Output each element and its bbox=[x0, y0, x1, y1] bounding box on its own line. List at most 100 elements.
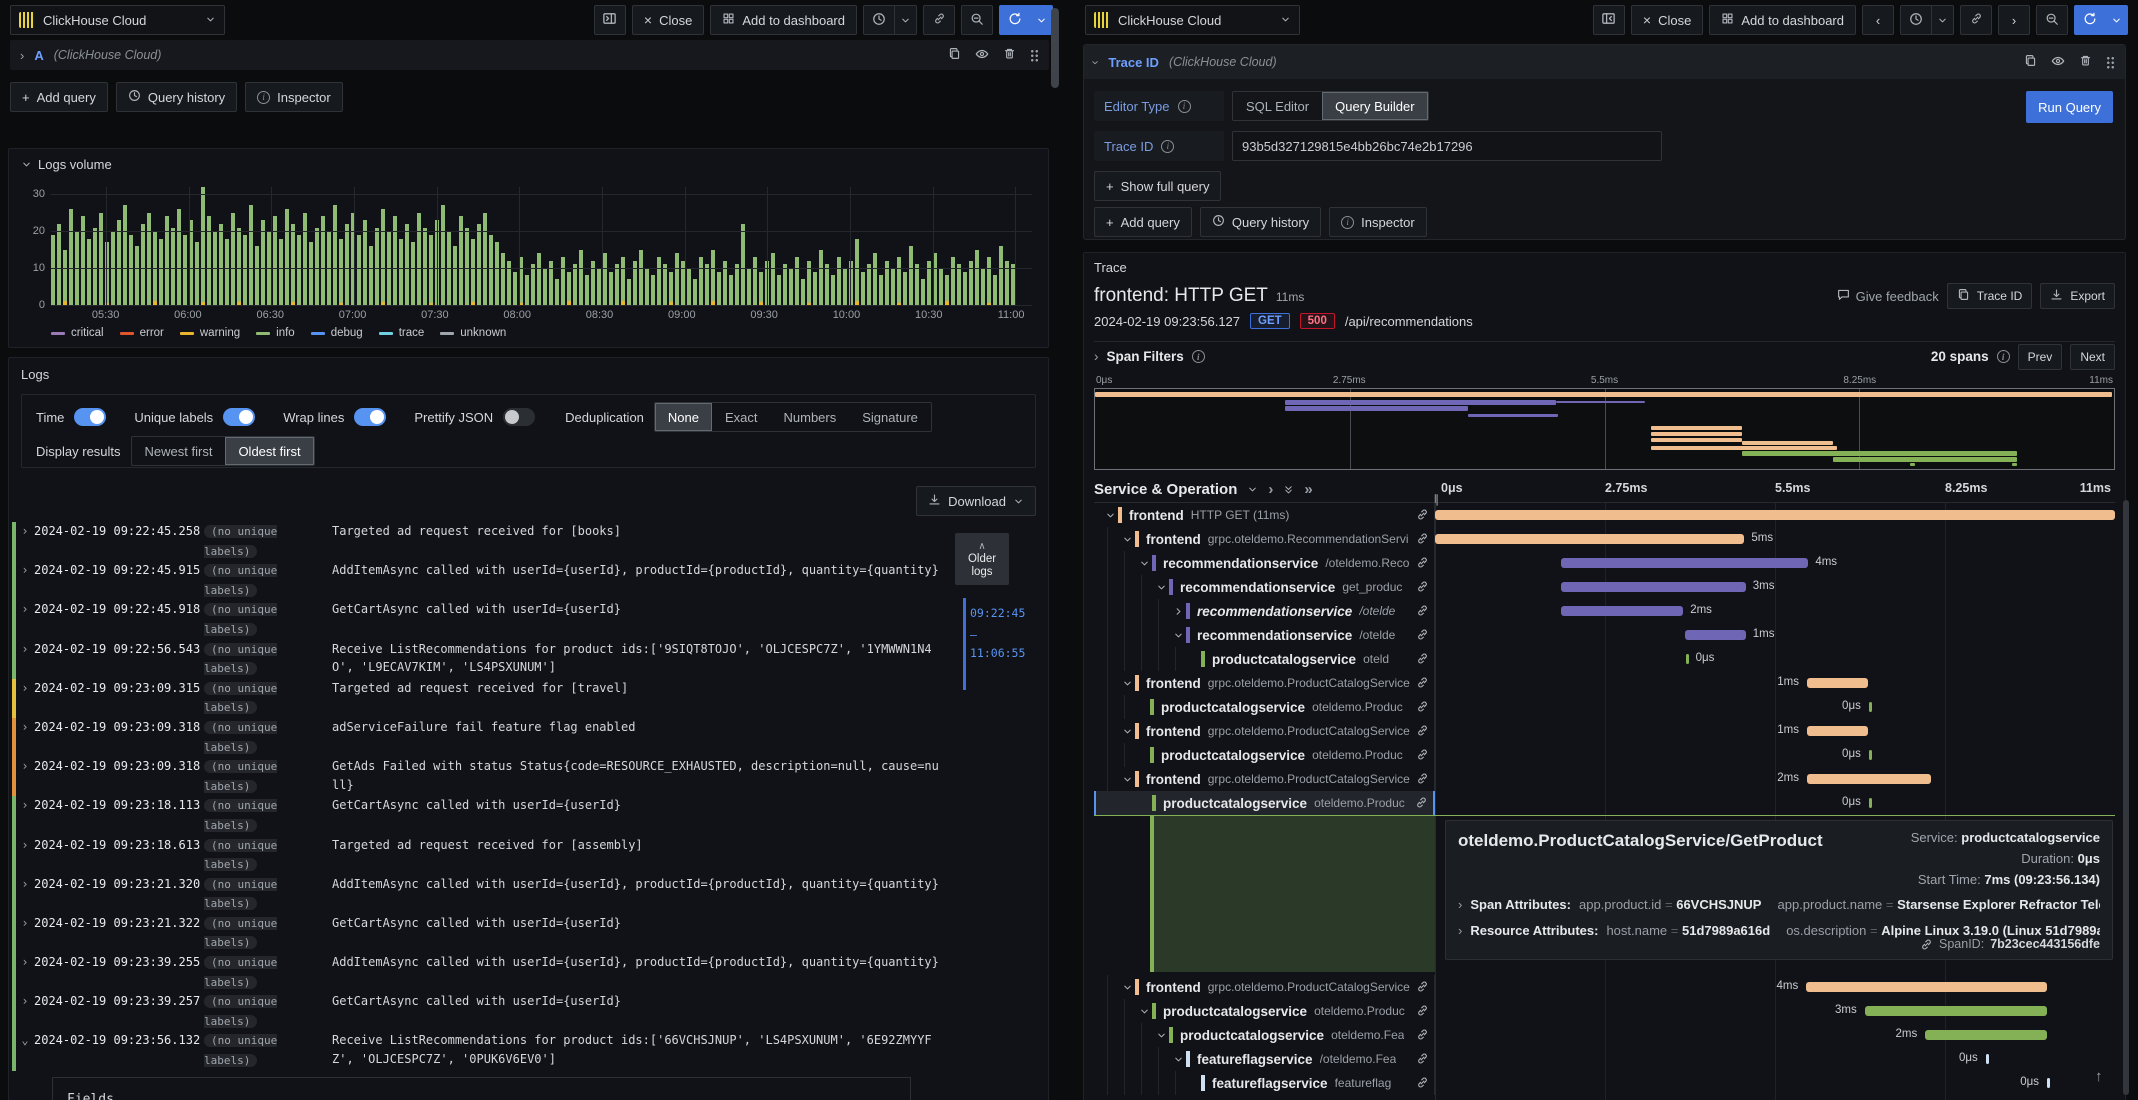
span-name-cell[interactable]: featureflagservice featureflag bbox=[1094, 1071, 1435, 1095]
span-toggle-icon[interactable] bbox=[1119, 982, 1135, 993]
drag-handle-icon[interactable] bbox=[1030, 48, 1039, 62]
query-history-button[interactable]: Query history bbox=[115, 82, 238, 112]
span-name-cell[interactable]: productcatalogservice oteldemo.Produc bbox=[1094, 791, 1435, 815]
span-toggle-icon[interactable] bbox=[1136, 1006, 1152, 1017]
segmented-option[interactable]: SQL Editor bbox=[1233, 92, 1322, 120]
log-row[interactable]: › 2024-02-19 09:23:09.318 (no unique label… bbox=[12, 717, 945, 758]
datasource-picker[interactable]: ClickHouse Cloud bbox=[10, 5, 225, 35]
span-link-icon[interactable] bbox=[1416, 1028, 1429, 1046]
span-link-icon[interactable] bbox=[1416, 556, 1429, 574]
run-refresh-button[interactable] bbox=[2074, 5, 2106, 35]
toggle-query-icon[interactable] bbox=[2051, 54, 2065, 71]
span-bar[interactable] bbox=[1864, 1006, 2047, 1016]
span-toggle-icon[interactable] bbox=[1119, 774, 1135, 785]
span-link-icon[interactable] bbox=[1416, 1004, 1429, 1022]
segmented-option[interactable]: Exact bbox=[712, 403, 771, 431]
span-row[interactable]: productcatalogservice oteldemo.Produc 0μs bbox=[1094, 695, 2115, 719]
span-filters-label[interactable]: Span Filters bbox=[1107, 349, 1184, 364]
span-row[interactable]: productcatalogservice oteldemo.Produc 0μs bbox=[1094, 791, 2115, 815]
span-row[interactable]: frontend grpc.oteldemo.ProductCatalogServ… bbox=[1094, 719, 2115, 743]
span-name-cell[interactable]: featureflagservice/oteldemo.Fea bbox=[1094, 1047, 1435, 1071]
span-name-cell[interactable]: frontend grpc.oteldemo.ProductCatalogServ… bbox=[1094, 719, 1435, 743]
span-name-cell[interactable]: recommendationservice get_produc bbox=[1094, 575, 1435, 599]
span-timeline-cell[interactable]: 1ms bbox=[1435, 623, 2115, 647]
span-name-cell[interactable]: productcatalogservice oteldemo.Produc bbox=[1094, 743, 1435, 767]
segmented-option[interactable]: Newest first bbox=[132, 437, 226, 465]
span-toggle-icon[interactable] bbox=[1170, 630, 1186, 641]
split-pane-button[interactable] bbox=[1592, 5, 1625, 35]
span-row[interactable]: featureflagservice/oteldemo.Fea 0μs bbox=[1094, 1047, 2115, 1071]
run-refresh-button[interactable] bbox=[999, 5, 1031, 35]
logs-volume-title[interactable]: Logs volume bbox=[21, 157, 1048, 172]
span-name-cell[interactable]: recommendationservice/otelde bbox=[1094, 599, 1435, 623]
span-link-icon[interactable] bbox=[1416, 980, 1429, 998]
segmented-option[interactable]: Oldest first bbox=[225, 437, 314, 465]
span-link-icon[interactable] bbox=[1415, 796, 1428, 814]
span-bar[interactable] bbox=[1561, 606, 1684, 616]
span-bar[interactable] bbox=[1868, 798, 1872, 808]
span-toggle-icon[interactable] bbox=[1153, 1030, 1169, 1041]
span-row[interactable]: recommendationservice get_produc 3ms bbox=[1094, 575, 2115, 599]
left-scrollbar[interactable] bbox=[1051, 8, 1059, 88]
span-link-icon[interactable] bbox=[1416, 532, 1429, 550]
span-bar[interactable] bbox=[1561, 582, 1746, 592]
copy-link-button[interactable] bbox=[923, 5, 955, 35]
span-timeline-cell[interactable]: 0μs bbox=[1435, 1047, 2115, 1071]
span-link-icon[interactable] bbox=[1416, 580, 1429, 598]
span-row[interactable]: recommendationservice/oteldemo.Reco 4ms bbox=[1094, 551, 2115, 575]
span-timeline-cell[interactable]: 0μs bbox=[1435, 695, 2115, 719]
span-name-cell[interactable]: productcatalogservice oteldemo.Produc bbox=[1094, 999, 1435, 1023]
span-link-icon[interactable] bbox=[1416, 1076, 1429, 1094]
span-timeline-cell[interactable]: 0μs bbox=[1435, 791, 2115, 815]
segmented-option[interactable]: None bbox=[654, 403, 712, 431]
query-history-button[interactable]: Query history bbox=[1199, 207, 1322, 237]
span-toggle-icon[interactable] bbox=[1119, 726, 1135, 737]
log-row[interactable]: ⌄ 2024-02-19 09:23:56.132 (no unique label… bbox=[12, 1031, 945, 1071]
log-expand-icon[interactable]: › bbox=[16, 757, 34, 776]
span-bar[interactable] bbox=[1435, 510, 2115, 520]
run-query-button[interactable]: Run Query bbox=[2026, 91, 2113, 123]
span-timeline-cell[interactable]: 2ms bbox=[1435, 599, 2115, 623]
span-link-icon[interactable] bbox=[1416, 604, 1429, 622]
trace-minimap[interactable] bbox=[1094, 388, 2115, 470]
log-row[interactable]: › 2024-02-19 09:22:56.543 (no unique label… bbox=[12, 639, 945, 679]
legend-item[interactable]: critical bbox=[51, 327, 104, 339]
segmented-option[interactable]: Numbers bbox=[771, 403, 850, 431]
span-row[interactable]: recommendationservice/otelde 2ms bbox=[1094, 599, 2115, 623]
duplicate-query-icon[interactable] bbox=[2024, 54, 2037, 70]
duplicate-query-icon[interactable] bbox=[948, 47, 961, 63]
legend-item[interactable]: debug bbox=[310, 327, 363, 339]
drag-handle-icon[interactable] bbox=[2106, 55, 2115, 69]
span-name-cell[interactable]: productcatalogservice oteldemo.Fea bbox=[1094, 1023, 1435, 1047]
delete-query-icon[interactable] bbox=[1003, 47, 1016, 63]
span-timeline-cell[interactable]: 4ms bbox=[1435, 551, 2115, 575]
shift-time-back-button[interactable]: ‹ bbox=[1862, 5, 1894, 35]
span-timeline-cell[interactable]: 2ms bbox=[1435, 1023, 2115, 1047]
wrap-lines-toggle[interactable] bbox=[354, 408, 387, 426]
span-name-cell[interactable]: productcatalogservice oteldemo.Produc bbox=[1094, 695, 1435, 719]
span-timeline-cell[interactable]: 0μs bbox=[1435, 1071, 2115, 1095]
span-toggle-icon[interactable] bbox=[1102, 510, 1118, 521]
span-bar[interactable] bbox=[2047, 1078, 2050, 1088]
span-timeline-cell[interactable]: 2ms bbox=[1435, 767, 2115, 791]
legend-item[interactable]: error bbox=[119, 327, 164, 339]
next-span-button[interactable]: Next bbox=[2070, 343, 2115, 370]
span-bar[interactable] bbox=[1925, 1030, 2047, 1040]
split-pane-button[interactable] bbox=[593, 5, 626, 35]
run-refresh-caret[interactable] bbox=[1031, 5, 1053, 35]
log-expand-icon[interactable]: › bbox=[16, 679, 34, 698]
span-timeline-cell[interactable]: 1ms bbox=[1435, 719, 2115, 743]
span-name-cell[interactable]: productcatalogservice oteld bbox=[1094, 647, 1435, 671]
span-bar[interactable] bbox=[1684, 630, 1746, 640]
log-expand-icon[interactable]: › bbox=[16, 718, 34, 737]
segmented-option[interactable]: Signature bbox=[849, 403, 931, 431]
span-timeline-cell[interactable]: 1ms bbox=[1435, 671, 2115, 695]
right-scrollbar[interactable] bbox=[2123, 500, 2129, 1095]
span-link-icon[interactable] bbox=[1416, 772, 1429, 790]
span-name-cell[interactable]: frontend grpc.oteldemo.RecommendationServ… bbox=[1094, 527, 1435, 551]
log-row[interactable]: › 2024-02-19 09:23:18.113 (no unique label… bbox=[12, 796, 945, 836]
log-expand-icon[interactable]: › bbox=[16, 953, 34, 972]
scroll-top-icon[interactable]: ↑ bbox=[2095, 1068, 2103, 1085]
time-range-button[interactable] bbox=[863, 5, 895, 35]
span-name-cell[interactable]: recommendationservice/oteldemo.Reco bbox=[1094, 551, 1435, 575]
